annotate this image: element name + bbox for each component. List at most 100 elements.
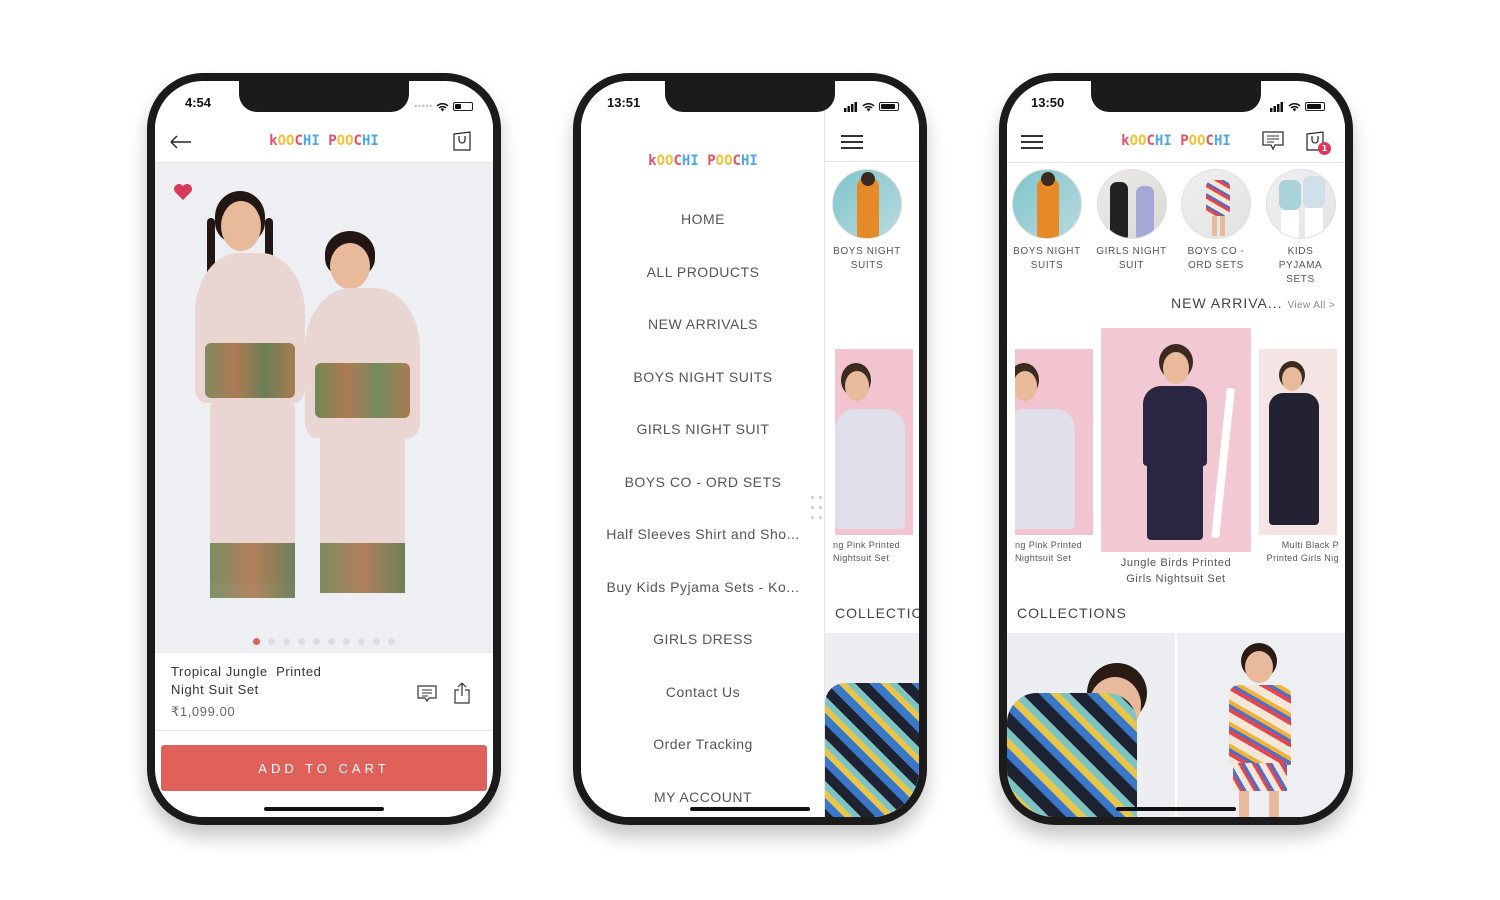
logo-letter: C (673, 153, 682, 169)
logo-letter (1172, 133, 1180, 149)
new-arrival-peek-image[interactable] (835, 349, 913, 535)
logo-letter: O (1129, 133, 1139, 149)
cart-button[interactable]: 1 (1303, 129, 1331, 155)
carousel-dot[interactable] (298, 638, 305, 645)
menu-item[interactable]: Order Tracking (581, 736, 825, 752)
menu-item[interactable]: GIRLS NIGHT SUIT (581, 421, 825, 437)
side-drawer: kOOCHI POOCHI HOME ALL PRODUCTS NEW ARRIVA… (581, 81, 825, 817)
signal-icon (1270, 97, 1284, 116)
brand-logo[interactable]: kOOCHI POOCHI (1007, 133, 1345, 149)
chat-button[interactable] (415, 683, 439, 705)
home-indicator (1116, 807, 1236, 811)
category-label: GIRLS NIGHT SUIT (1096, 246, 1167, 271)
status-time: 13:51 (607, 95, 641, 110)
cart-badge: 1 (1318, 142, 1331, 155)
view-all-link[interactable]: View All > (1288, 300, 1335, 311)
brand-logo[interactable]: kOOCHI POOCHI (155, 133, 493, 149)
category-item[interactable]: BOYS NIGHT SUITS (1011, 169, 1083, 273)
category-item[interactable]: BOYS CO - ORD SETS (1180, 169, 1252, 273)
status-icons: ••••• (413, 97, 473, 116)
logo-letter: O (1197, 133, 1206, 149)
collection-card-2[interactable] (1177, 633, 1345, 817)
category-boys-night-suits[interactable]: BOYS NIGHT SUITS (831, 169, 903, 273)
signal-icon (844, 97, 858, 116)
collection-peek-image[interactable] (825, 633, 919, 817)
add-to-cart-button[interactable]: ADD TO CART (161, 745, 487, 791)
menu-item[interactable]: MY ACCOUNT (581, 789, 825, 805)
new-arrival-card-1[interactable] (1015, 349, 1093, 535)
chat-icon (1262, 131, 1284, 151)
carousel-dot[interactable] (313, 638, 320, 645)
carousel-dot[interactable] (358, 638, 365, 645)
carousel-dot[interactable] (268, 638, 275, 645)
carousel-dot-active[interactable] (253, 638, 260, 645)
add-to-cart-label: ADD TO CART (258, 760, 390, 776)
product-title-line1: Tropical Jungle Printed (171, 664, 322, 679)
category-item[interactable]: KIDS PYJAMA SETS (1265, 169, 1337, 287)
new-arrival-caption-3: Multi Black P Printed Girls Nig (1266, 540, 1339, 563)
battery-icon (879, 102, 899, 111)
menu-button[interactable] (841, 131, 863, 153)
carousel-indicator (155, 638, 493, 645)
home-indicator (264, 807, 384, 811)
category-image (1096, 169, 1167, 239)
battery-icon (453, 102, 473, 111)
new-arrival-peek-caption: ng Pink Printed Nightsuit Set (833, 540, 901, 563)
shopping-bag-icon (453, 131, 471, 151)
menu-item[interactable]: Buy Kids Pyjama Sets - Ko... (581, 579, 825, 595)
status-time: 4:54 (185, 95, 212, 110)
new-arrival-caption-2: Jungle Birds Printed Girls Nightsuit Set (1120, 557, 1232, 585)
new-arrival-card-2[interactable] (1101, 328, 1251, 552)
logo-letter: C (294, 133, 303, 149)
menu-item[interactable]: Contact Us (581, 684, 825, 700)
menu-item[interactable]: BOYS CO - ORD SETS (581, 474, 825, 490)
chat-button[interactable] (1261, 130, 1285, 152)
category-item[interactable]: GIRLS NIGHT SUIT (1096, 169, 1168, 273)
logo-letter: I (370, 133, 379, 149)
new-arrivals-header: NEW ARRIVA... View All > (1171, 295, 1335, 311)
carousel-dot[interactable] (373, 638, 380, 645)
brand-logo[interactable]: kOOCHI POOCHI (581, 153, 825, 169)
screen: 4:54 ••••• kOOCHI POOCHI Tropical Jungle… (155, 81, 493, 817)
wifi-icon (1288, 97, 1301, 116)
menu-item[interactable]: HOME (581, 211, 825, 227)
product-image[interactable] (155, 163, 493, 653)
cart-button[interactable] (451, 130, 473, 152)
favorite-button[interactable] (173, 183, 193, 205)
screen: 13:51 kOOCHI POOCHI HOME ALL PRODUCTS NEW … (581, 81, 919, 817)
logo-letter: I (749, 153, 758, 169)
menu-item[interactable]: BOYS NIGHT SUITS (581, 369, 825, 385)
header: kOOCHI POOCHI (155, 121, 493, 163)
logo-letter: C (732, 153, 741, 169)
menu-item[interactable]: GIRLS DRESS (581, 631, 825, 647)
logo-letter: O (656, 153, 666, 169)
menu-item[interactable]: NEW ARRIVALS (581, 316, 825, 332)
logo-letter: k (648, 153, 657, 169)
category-label: BOYS CO - ORD SETS (1187, 246, 1245, 271)
notch (239, 81, 409, 112)
logo-letter (320, 133, 328, 149)
new-arrival-card-3[interactable] (1259, 349, 1337, 535)
menu-item[interactable]: Half Sleeves Shirt and Sho... (581, 526, 825, 542)
heart-icon (174, 184, 192, 200)
wifi-icon (862, 97, 875, 116)
logo-letter: k (1121, 133, 1130, 149)
carousel-dot[interactable] (283, 638, 290, 645)
carousel-dot[interactable] (388, 638, 395, 645)
notch (1091, 81, 1261, 112)
carousel-dot[interactable] (328, 638, 335, 645)
home-peek[interactable]: BOYS NIGHT SUITS ng Pink Printed Nightsuit… (825, 81, 919, 817)
logo-letter: O (1188, 133, 1198, 149)
logo-letter: O (715, 153, 725, 169)
collection-card-1[interactable] (1007, 633, 1175, 817)
logo-letter: P (328, 133, 337, 149)
product-price: ₹1,099.00 (171, 704, 236, 719)
carousel-dot[interactable] (343, 638, 350, 645)
header: kOOCHI POOCHI 1 (1007, 121, 1345, 163)
chat-icon (417, 685, 437, 703)
drawer-drag-handle[interactable] (811, 496, 825, 522)
logo-letter: P (1180, 133, 1189, 149)
menu-item[interactable]: ALL PRODUCTS (581, 264, 825, 280)
share-button[interactable] (451, 681, 473, 705)
category-label: KIDS PYJAMA SETS (1278, 246, 1323, 285)
